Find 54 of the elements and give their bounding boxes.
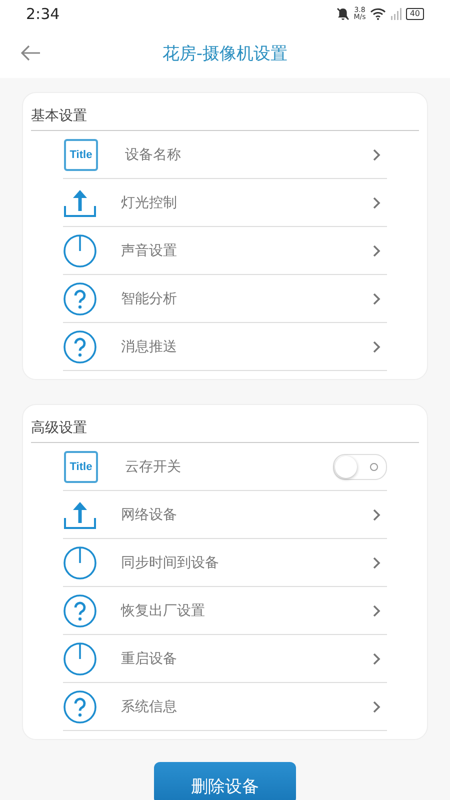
row-label: 重启设备 bbox=[121, 650, 178, 668]
settings-row[interactable]: 灯光控制 bbox=[63, 179, 387, 227]
row-label: 灯光控制 bbox=[121, 194, 178, 212]
battery-indicator: 40 bbox=[406, 8, 424, 20]
settings-row[interactable]: Title 云存开关 bbox=[63, 443, 387, 491]
status-time: 2:34 bbox=[26, 5, 60, 23]
power-icon bbox=[63, 234, 97, 268]
chevron-right-icon bbox=[373, 292, 381, 304]
settings-row[interactable]: 声音设置 bbox=[63, 227, 387, 275]
settings-row[interactable]: 网络设备 bbox=[63, 491, 387, 539]
settings-row[interactable]: 消息推送 bbox=[63, 323, 387, 371]
power-icon bbox=[63, 546, 97, 580]
row-label: 网络设备 bbox=[121, 506, 178, 524]
help-icon bbox=[63, 690, 97, 724]
upload-icon bbox=[63, 188, 97, 218]
chevron-right-icon bbox=[373, 700, 381, 712]
help-icon bbox=[63, 330, 97, 364]
row-label: 同步时间到设备 bbox=[121, 554, 220, 572]
row-label: 恢复出厂设置 bbox=[121, 602, 206, 620]
bell-muted-icon bbox=[336, 7, 350, 21]
settings-row[interactable]: 重启设备 bbox=[63, 635, 387, 683]
row-label: 声音设置 bbox=[121, 242, 178, 260]
chevron-right-icon bbox=[373, 244, 381, 256]
row-label: 云存开关 bbox=[125, 458, 182, 476]
row-label: 设备名称 bbox=[125, 146, 182, 164]
wifi-icon bbox=[370, 8, 386, 20]
settings-row[interactable]: 智能分析 bbox=[63, 275, 387, 323]
back-arrow-icon[interactable] bbox=[21, 45, 41, 61]
settings-row[interactable]: 同步时间到设备 bbox=[63, 539, 387, 587]
upload-icon bbox=[63, 500, 97, 530]
chevron-right-icon bbox=[373, 508, 381, 520]
help-icon bbox=[63, 594, 97, 628]
settings-row[interactable]: 恢复出厂设置 bbox=[63, 587, 387, 635]
chevron-right-icon bbox=[373, 340, 381, 352]
signal-icon bbox=[390, 8, 402, 20]
settings-row[interactable]: Title 设备名称 bbox=[63, 131, 387, 179]
toggle-switch[interactable] bbox=[333, 454, 387, 480]
power-icon bbox=[63, 642, 97, 676]
row-label: 系统信息 bbox=[121, 698, 178, 716]
chevron-right-icon bbox=[373, 604, 381, 616]
chevron-right-icon bbox=[373, 556, 381, 568]
chevron-right-icon bbox=[373, 148, 381, 160]
title-icon: Title bbox=[64, 138, 98, 170]
section-title: 基本设置 bbox=[31, 107, 419, 131]
help-icon bbox=[63, 282, 97, 316]
title-icon: Title bbox=[64, 450, 98, 482]
chevron-right-icon bbox=[373, 196, 381, 208]
section-title: 高级设置 bbox=[31, 419, 419, 443]
row-label: 消息推送 bbox=[121, 338, 178, 356]
row-label: 智能分析 bbox=[121, 290, 178, 308]
page-title: 花房-摄像机设置 bbox=[162, 42, 288, 64]
delete-device-button[interactable]: 删除设备 bbox=[154, 762, 296, 800]
settings-row[interactable]: 系统信息 bbox=[63, 683, 387, 731]
chevron-right-icon bbox=[373, 652, 381, 664]
